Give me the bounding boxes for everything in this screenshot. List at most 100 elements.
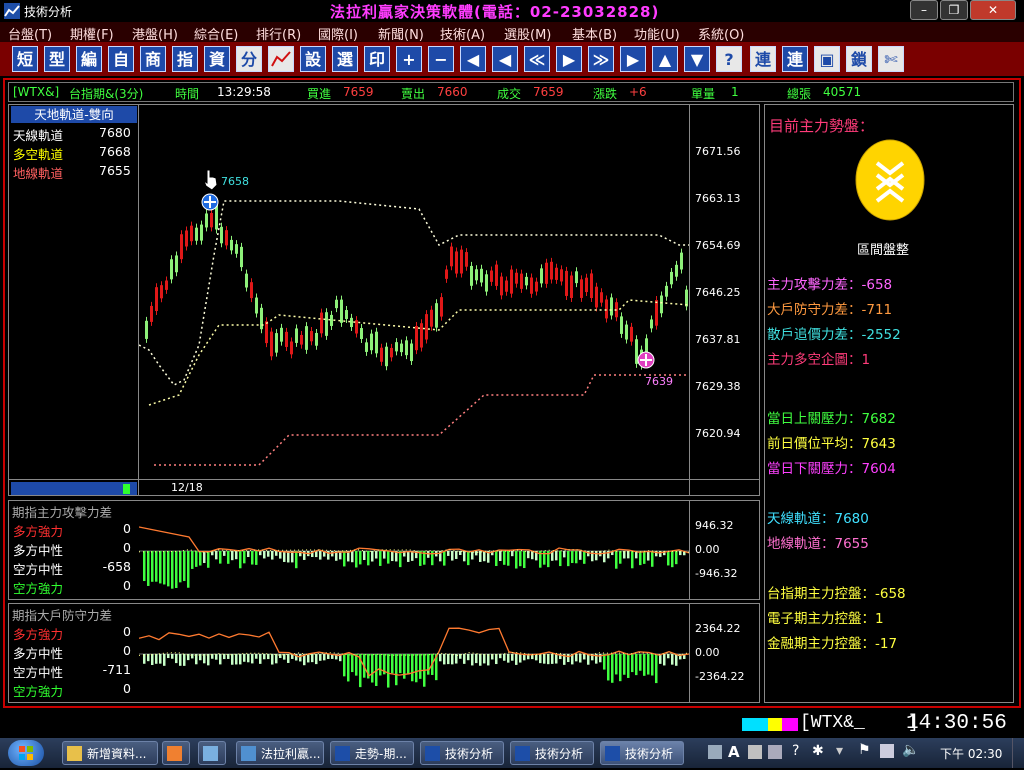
rewind-button[interactable]: ≪	[524, 46, 550, 72]
price-tick: 7663.13	[695, 192, 741, 205]
defense-diff-plot[interactable]	[139, 622, 689, 700]
indicator-title[interactable]: 天地軌道-雙向	[11, 106, 137, 123]
menu-item-futures[interactable]: 期權(F)	[70, 24, 114, 43]
scroll-up-button[interactable]: ▲	[652, 46, 678, 72]
link-button-2[interactable]: 連	[782, 46, 808, 72]
taskbar-tech-2[interactable]: 技術分析	[510, 741, 594, 765]
histogram-bar	[643, 551, 646, 564]
legend-row: 空方強力 0	[13, 681, 137, 700]
menu-item-tech[interactable]: 技術(A)	[440, 24, 485, 43]
menu-item-combined[interactable]: 綜合(E)	[194, 24, 238, 43]
histogram-bar	[415, 654, 418, 683]
menu-item-taipan[interactable]: 台盤(T)	[8, 24, 52, 43]
taskbar-ferrari[interactable]: 法拉利贏...	[236, 741, 324, 765]
histogram-bar	[575, 551, 578, 564]
tray-tools-icon[interactable]: ✱	[812, 743, 824, 759]
cut-button[interactable]: ✄	[878, 46, 904, 72]
legend-row-mid: 多空軌道 7668	[13, 144, 139, 163]
candle-body	[395, 342, 398, 352]
histogram-bar	[467, 654, 470, 661]
link-button-1[interactable]: 連	[750, 46, 776, 72]
lock-button[interactable]: 鎖	[846, 46, 872, 72]
taskbar-tech-1[interactable]: 技術分析	[420, 741, 504, 765]
candle-body	[540, 268, 543, 284]
histogram-bar	[479, 551, 482, 562]
menu-item-system[interactable]: 系統(O)	[698, 24, 744, 43]
next-button[interactable]: ▶	[556, 46, 582, 72]
scroll-track[interactable]	[11, 482, 137, 495]
price-tick: 7646.25	[695, 286, 741, 299]
menu-item-hk[interactable]: 港盤(H)	[132, 24, 178, 43]
menu-item-screen[interactable]: 選股(M)	[504, 24, 551, 43]
tray-flag-icon[interactable]: ⚑	[858, 742, 871, 758]
histogram-bar	[355, 654, 358, 676]
candle-body	[225, 230, 228, 246]
close-button[interactable]: ✕	[970, 0, 1016, 20]
commodity-button[interactable]: 商	[140, 46, 166, 72]
menu-item-news[interactable]: 新聞(N)	[378, 24, 424, 43]
histogram-bar	[499, 654, 502, 659]
menu-item-intl[interactable]: 國際(I)	[318, 24, 358, 43]
tray-expand-icon[interactable]: ▾	[836, 743, 843, 759]
histogram-bar	[143, 551, 146, 582]
tray-network-icon[interactable]	[880, 744, 894, 758]
custom-button[interactable]: 自	[108, 46, 134, 72]
taskbar-app[interactable]	[198, 741, 226, 765]
indicator-button[interactable]: 指	[172, 46, 198, 72]
start-button[interactable]	[8, 740, 44, 766]
period-button[interactable]: 分	[236, 46, 262, 72]
show-desktop-button[interactable]	[1012, 738, 1024, 768]
attack-diff-plot[interactable]	[139, 519, 689, 597]
scroll-thumb[interactable]	[123, 484, 130, 494]
legend-value: 0	[123, 624, 131, 639]
first-button[interactable]: ◀	[460, 46, 486, 72]
taskbar-trend[interactable]: 走勢-期...	[330, 741, 414, 765]
chart-type-button[interactable]	[268, 46, 294, 72]
last-button[interactable]: ▶	[620, 46, 646, 72]
print-button[interactable]: 印	[364, 46, 390, 72]
taskbar-tech-3[interactable]: 技術分析	[600, 741, 684, 765]
settings-button[interactable]: 設	[300, 46, 326, 72]
menu-item-function[interactable]: 功能(U)	[634, 24, 680, 43]
windows-logo-icon	[19, 746, 33, 760]
histogram-bar	[351, 551, 354, 563]
taskbar-media[interactable]	[162, 741, 190, 765]
candle-body	[155, 287, 158, 312]
minimize-button[interactable]: –	[910, 0, 938, 20]
candlestick-chart-panel[interactable]: 天地軌道-雙向 天線軌道 7680 多空軌道 7668 地線軌道 7655 12/18…	[8, 104, 760, 496]
prev-button[interactable]: ◀	[492, 46, 518, 72]
difference-line	[139, 627, 689, 677]
fast-forward-button[interactable]: ≫	[588, 46, 614, 72]
menu-item-ranking[interactable]: 排行(R)	[256, 24, 301, 43]
pattern-button[interactable]: 型	[44, 46, 70, 72]
defense-diff-panel[interactable]: 期指大戶防守力差 多方強力 0 多方中性 0 空方中性 -711 空方強力 0 2364…	[8, 603, 760, 703]
tray-help-icon[interactable]: ?	[792, 743, 799, 759]
tray-settings-icon[interactable]	[768, 745, 782, 759]
taskbar-folder[interactable]: 新增資料...	[62, 741, 158, 765]
menu-item-basic[interactable]: 基本(B)	[572, 24, 617, 43]
histogram-bar	[567, 551, 570, 567]
window-button[interactable]: ▣	[814, 46, 840, 72]
candle-body	[260, 307, 263, 330]
zoom-in-button[interactable]: +	[396, 46, 422, 72]
data-button[interactable]: 資	[204, 46, 230, 72]
histogram-bar	[651, 654, 654, 676]
edit-button[interactable]: 編	[76, 46, 102, 72]
tray-ime-icon[interactable]	[708, 745, 722, 759]
zoom-out-button[interactable]: −	[428, 46, 454, 72]
histogram-bar	[419, 654, 422, 679]
histogram-bar	[191, 551, 194, 569]
help-button[interactable]: ?	[716, 46, 742, 72]
attack-diff-panel[interactable]: 期指主力攻擊力差 多方強力 0 多方中性 0 空方中性 -658 空方強力 0 946.…	[8, 500, 760, 600]
short-button[interactable]: 短	[12, 46, 38, 72]
tray-clock[interactable]: 下午 02:30	[940, 745, 1002, 762]
tray-input-mode[interactable]: A	[728, 743, 740, 761]
restore-button[interactable]: ❐	[940, 0, 968, 20]
price-plot[interactable]	[139, 105, 689, 479]
tray-volume-icon[interactable]: 🔈	[902, 742, 919, 758]
tray-keyboard-icon[interactable]	[748, 745, 762, 759]
select-button[interactable]: 選	[332, 46, 358, 72]
candle-body	[170, 259, 173, 280]
histogram-bar	[551, 654, 554, 664]
scroll-down-button[interactable]: ▼	[684, 46, 710, 72]
